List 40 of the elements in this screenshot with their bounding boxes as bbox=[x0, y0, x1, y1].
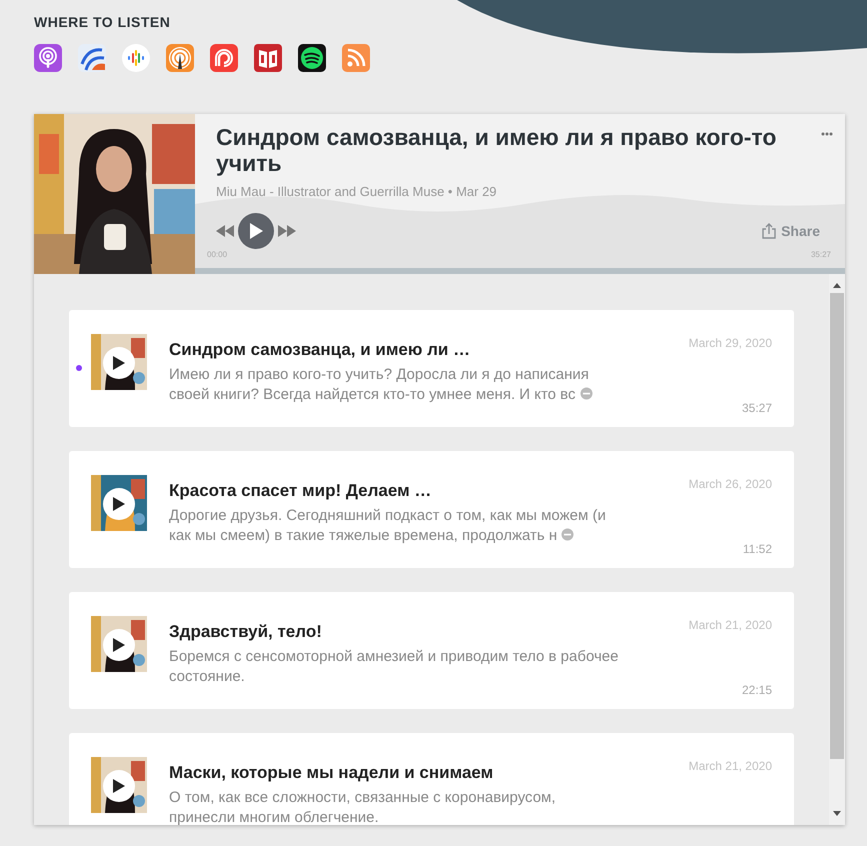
arc-icon[interactable] bbox=[210, 44, 238, 72]
episode-description: Имею ли я право кого-то учить? Доросла ли я до написания своей книги? Всегда найдется кто-то умнее меня. И кто вс bbox=[169, 365, 619, 406]
episode-card[interactable]: Красота спасет мир! Делаем … Дорогие друзья. Сегодняшний подкаст о том, как мы можем (и как мы смеем) в такие тяжелые времена, продолжать н March 26, 2020 11:52 bbox=[69, 450, 794, 568]
episode-duration: 22:15 bbox=[740, 682, 772, 699]
swirl-icon[interactable] bbox=[78, 44, 106, 72]
episode-card[interactable]: Синдром самозванца, и имею ли … Имею ли я право кого-то учить? Доросла ли я до написания своей книги? Всегда найдется кто-то умнее меня. И кто вс March 29, 2020 35:27 bbox=[69, 310, 794, 427]
podcast-icon[interactable] bbox=[34, 44, 62, 72]
rss-icon[interactable] bbox=[342, 44, 370, 72]
share-icon bbox=[762, 223, 776, 240]
episode-duration: 35:27 bbox=[740, 400, 772, 417]
rewind-icon bbox=[216, 224, 234, 237]
section-title: WHERE TO LISTEN bbox=[34, 14, 172, 31]
more-icon bbox=[821, 132, 833, 136]
dots-icon[interactable] bbox=[122, 44, 150, 72]
book-icon[interactable] bbox=[254, 44, 282, 72]
episode-date: March 21, 2020 bbox=[688, 758, 772, 775]
episode-card[interactable]: Здравствуй, тело! Боремся с сенсомоторной амнезией и приводим тело в рабочее состояние. March 21, 2020 22:15 bbox=[69, 592, 794, 709]
episode-duration: 11:52 bbox=[742, 540, 772, 558]
sound-waves-icon[interactable] bbox=[298, 44, 326, 72]
play-icon bbox=[113, 638, 125, 652]
episode-title: Красота спасет мир! Делаем … bbox=[169, 480, 432, 502]
elapsed-time: 00:00 bbox=[207, 249, 228, 262]
episode-title: Синдром самозванца, и имею ли я право кого-то учить bbox=[216, 124, 778, 177]
play-icon bbox=[249, 223, 263, 240]
episode-description: Боремся с сенсомоторной амнезией и приводим тело в рабочее состояние. bbox=[169, 647, 619, 688]
episode-description: Дорогие друзья. Сегодняшний подкаст о том, как мы можем (и как мы смеем) в такие тяжелые времена, продолжать н bbox=[169, 506, 607, 546]
episode-date: March 26, 2020 bbox=[688, 476, 772, 493]
total-time: 35:27 bbox=[810, 249, 831, 262]
episode-meta: Miu Mau - Illustrator and Guerrilla Muse • Mar 29 bbox=[216, 182, 498, 201]
episode-title: Синдром самозванца, и имею ли … bbox=[169, 338, 472, 361]
play-icon bbox=[113, 496, 125, 511]
play-icon bbox=[113, 356, 125, 370]
play-icon bbox=[113, 778, 125, 793]
episode-date: March 29, 2020 bbox=[688, 334, 772, 352]
antenna-icon[interactable] bbox=[166, 44, 194, 72]
episode-title: Здравствуй, тело! bbox=[169, 620, 323, 643]
episode-date: March 21, 2020 bbox=[688, 616, 772, 634]
forward-icon bbox=[278, 224, 296, 237]
episode-title: Маски, которые мы надели и снимаем bbox=[169, 762, 494, 784]
scrollbar[interactable] bbox=[829, 274, 845, 825]
